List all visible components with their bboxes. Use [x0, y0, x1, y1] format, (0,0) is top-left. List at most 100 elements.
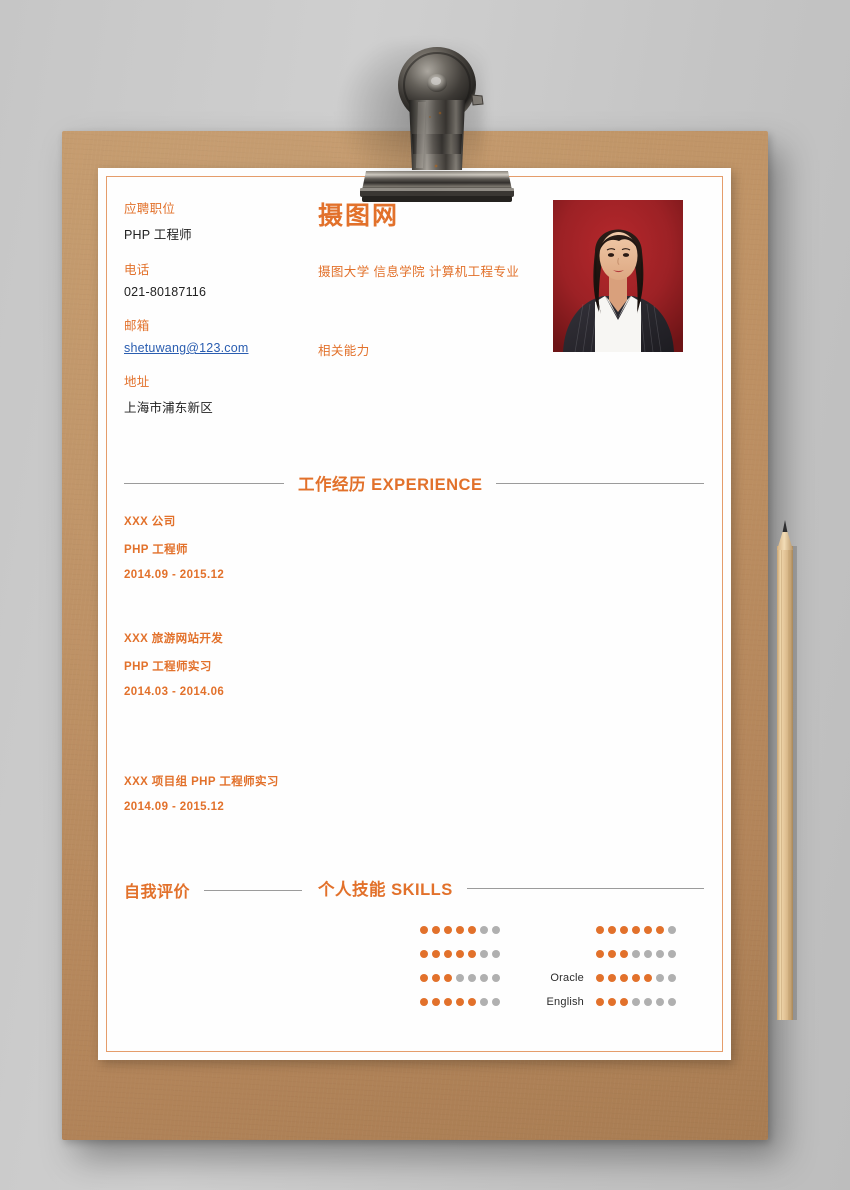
skill-dot-filled	[632, 974, 640, 982]
skill-dot-filled	[432, 998, 440, 1006]
experience-dates: 2014.09 - 2015.12	[124, 801, 225, 813]
skill-rating-left-3	[420, 990, 510, 1014]
skill-dot-empty	[480, 974, 488, 982]
experience-company: XXX 项目组 PHP 工程师实习	[124, 776, 279, 788]
ability-label: 相关能力	[318, 344, 370, 358]
skill-dot-filled	[456, 998, 464, 1006]
skill-dot-empty	[644, 998, 652, 1006]
skills-grid: Oracle English	[318, 918, 704, 1014]
skill-dot-empty	[656, 974, 664, 982]
skill-dot-filled	[620, 998, 628, 1006]
skill-dot-filled	[468, 950, 476, 958]
skill-dot-empty	[656, 998, 664, 1006]
skill-dot-empty	[492, 926, 500, 934]
skill-dot-filled	[596, 926, 604, 934]
skill-dot-empty	[492, 998, 500, 1006]
skill-dot-filled	[444, 998, 452, 1006]
heading-rule-right	[204, 889, 302, 891]
skill-dot-empty	[492, 950, 500, 958]
skill-rating-right-2	[596, 966, 686, 990]
skill-dot-filled	[656, 926, 664, 934]
skill-dot-filled	[420, 974, 428, 982]
skill-dot-empty	[456, 974, 464, 982]
heading-rule-left	[124, 482, 284, 484]
contact-column: 应聘职位 PHP 工程师 电话 021-80187116 邮箱 shetuwan…	[124, 198, 324, 432]
skill-dot-filled	[644, 926, 652, 934]
skill-dot-empty	[644, 950, 652, 958]
pencil-icon	[777, 520, 797, 1020]
skill-dot-empty	[668, 926, 676, 934]
skill-rating-left-1	[420, 942, 510, 966]
skill-dot-empty	[480, 950, 488, 958]
field-label-email: 邮箱	[124, 319, 150, 333]
skill-dot-filled	[444, 974, 452, 982]
skill-dot-filled	[596, 974, 604, 982]
skill-dot-filled	[432, 950, 440, 958]
skill-dot-filled	[420, 998, 428, 1006]
experience-company: XXX 公司	[124, 516, 176, 528]
skill-dot-empty	[480, 926, 488, 934]
skill-dot-filled	[596, 998, 604, 1006]
skill-rating-right-0	[596, 918, 686, 942]
experience-role: PHP 工程师实习	[124, 661, 212, 673]
section-heading-self-evaluation: 自我评价	[124, 878, 302, 902]
section-title-skills: 个人技能 SKILLS	[318, 881, 453, 899]
skill-rating-left-0	[420, 918, 510, 942]
skill-label-left-2	[318, 966, 408, 990]
skill-dot-filled	[620, 974, 628, 982]
field-value-email[interactable]: shetuwang@123.com	[124, 341, 324, 355]
skill-dot-filled	[608, 998, 616, 1006]
skill-dot-filled	[608, 974, 616, 982]
experience-entry: XXX 旅游网站开发 PHP 工程师实习 2014.03 - 2014.06	[124, 630, 224, 710]
skill-dot-filled	[596, 950, 604, 958]
skill-label-right-2: Oracle	[550, 972, 584, 984]
skill-dot-filled	[468, 998, 476, 1006]
skill-label-left-3	[318, 990, 408, 1014]
skill-dot-filled	[432, 974, 440, 982]
skill-dot-filled	[620, 926, 628, 934]
heading-rule-right	[466, 887, 704, 889]
skill-dot-filled	[420, 950, 428, 958]
skill-dot-empty	[492, 974, 500, 982]
field-value-position: PHP 工程师	[124, 228, 192, 242]
resume-content: 应聘职位 PHP 工程师 电话 021-80187116 邮箱 shetuwan…	[98, 168, 731, 1060]
skill-rating-left-2	[420, 966, 510, 990]
field-value-phone: 021-80187116	[124, 285, 207, 299]
field-value-address: 上海市浦东新区	[124, 401, 213, 415]
field-label-phone: 电话	[124, 263, 150, 277]
skill-dot-filled	[444, 926, 452, 934]
skill-dot-empty	[632, 998, 640, 1006]
skill-dot-filled	[444, 950, 452, 958]
skill-dot-filled	[456, 926, 464, 934]
skill-label-left-0	[318, 918, 408, 942]
field-label-address: 地址	[124, 375, 150, 389]
skill-label-right-0	[522, 918, 584, 942]
skill-label-right-1	[522, 942, 584, 966]
skill-dot-empty	[468, 974, 476, 982]
binder-clip-shadow	[334, 44, 484, 194]
field-label-position: 应聘职位	[124, 202, 176, 216]
section-title-experience: 工作经历 EXPERIENCE	[298, 476, 483, 494]
skill-dot-filled	[620, 950, 628, 958]
skill-dot-empty	[656, 950, 664, 958]
experience-entry: XXX 公司 PHP 工程师 2014.09 - 2015.12	[124, 513, 224, 593]
section-title-self-evaluation: 自我评价	[124, 884, 191, 901]
skill-rating-right-3	[596, 990, 686, 1014]
portrait-photo-image	[553, 200, 683, 352]
skill-label-right-3: English	[546, 996, 584, 1008]
experience-role: PHP 工程师	[124, 544, 188, 556]
skill-dot-filled	[456, 950, 464, 958]
skill-rating-right-1	[596, 942, 686, 966]
education-line: 摄图大学 信息学院 计算机工程专业	[318, 265, 520, 279]
resume-paper: 应聘职位 PHP 工程师 电话 021-80187116 邮箱 shetuwan…	[98, 168, 731, 1060]
skill-dot-filled	[632, 926, 640, 934]
portrait-photo	[553, 200, 683, 352]
skill-dot-empty	[480, 998, 488, 1006]
skill-dot-empty	[632, 950, 640, 958]
section-heading-experience: 工作经历 EXPERIENCE	[124, 471, 704, 495]
binder-clip	[334, 38, 522, 216]
section-heading-skills: 个人技能 SKILLS	[318, 876, 704, 900]
skill-dot-filled	[468, 926, 476, 934]
skill-dot-filled	[608, 950, 616, 958]
experience-entry: XXX 项目组 PHP 工程师实习 2014.09 - 2015.12	[124, 773, 279, 825]
